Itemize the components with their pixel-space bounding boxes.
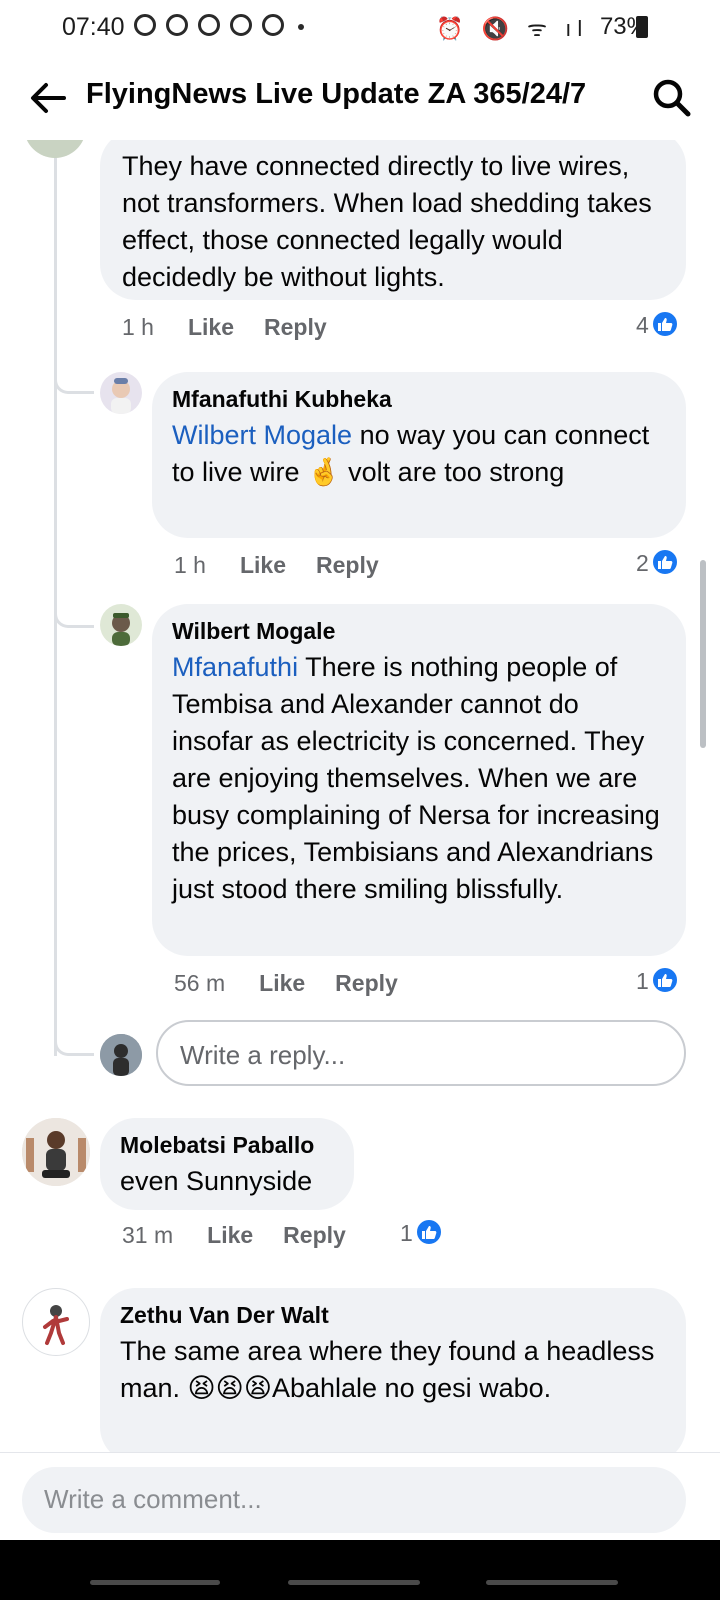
comment-bar: Write a comment... — [0, 1452, 720, 1540]
notification-icon — [262, 14, 284, 36]
comment-time: 56 m — [174, 970, 226, 996]
comment-text: even Sunnyside — [120, 1166, 313, 1196]
scrollbar[interactable] — [700, 560, 706, 748]
avatar[interactable] — [22, 1288, 90, 1356]
notification-icon — [230, 14, 252, 36]
comment-actions: 1 h Like Reply — [122, 314, 357, 341]
system-status-icons: ⏰ 🔇 ᯤ ıl — [436, 16, 589, 41]
comment-bubble: Molebatsi Paballo even Sunnyside — [100, 1118, 354, 1210]
comment-actions: 1 h Like Reply — [174, 552, 409, 579]
comment-bubble: Zethu Van Der Walt The same area where t… — [100, 1288, 686, 1452]
comment-time: 1 h — [174, 552, 206, 578]
like-thumb-icon — [650, 547, 679, 576]
reply-button[interactable]: Reply — [335, 970, 398, 996]
reply-button[interactable]: Reply — [264, 314, 327, 340]
commenter-name[interactable]: Wilbert Mogale — [172, 618, 666, 645]
avatar[interactable] — [24, 140, 86, 158]
mention-link[interactable]: Mfanafuthi — [172, 652, 298, 682]
thread-branch — [54, 602, 94, 628]
avatar[interactable] — [100, 372, 142, 414]
reaction-number: 2 — [636, 550, 649, 576]
reaction-count[interactable]: 2 — [636, 547, 679, 579]
comment-bubble: They have connected directly to live wir… — [100, 140, 686, 300]
reaction-number: 1 — [400, 1220, 413, 1246]
comment-text: They have connected directly to live wir… — [122, 151, 652, 292]
search-icon[interactable] — [652, 78, 692, 118]
reaction-number: 1 — [636, 968, 649, 994]
comment-bubble: Wilbert Mogale Mfanafuthi There is nothi… — [152, 604, 686, 956]
notification-icon — [198, 14, 220, 36]
page-title: FlyingNews Live Update ZA 365/24/7 — [86, 78, 587, 110]
comment-actions: 31 m Like Reply — [122, 1222, 376, 1249]
reaction-count[interactable]: 1 — [400, 1217, 443, 1249]
reply-input[interactable]: Write a reply... — [156, 1020, 686, 1086]
comments-list: They have connected directly to live wir… — [0, 140, 720, 1452]
avatar[interactable] — [100, 604, 142, 646]
like-button[interactable]: Like — [259, 970, 305, 996]
battery-icon — [636, 16, 648, 38]
notification-icon — [134, 14, 156, 36]
mention-link[interactable]: Wilbert Mogale — [172, 420, 352, 450]
status-bar: 07:40 ⏰ 🔇 ᯤ ıl 73% — [0, 0, 720, 56]
avatar[interactable] — [22, 1118, 90, 1186]
nav-home-handle[interactable] — [288, 1580, 420, 1585]
app-header: FlyingNews Live Update ZA 365/24/7 — [0, 56, 720, 140]
notification-icon — [166, 14, 188, 36]
thread-branch — [54, 368, 94, 394]
commenter-name[interactable]: Zethu Van Der Walt — [120, 1302, 666, 1329]
status-time: 07:40 — [62, 13, 125, 41]
like-thumb-icon — [650, 309, 679, 338]
system-nav-bar — [0, 1540, 720, 1600]
back-arrow-icon[interactable] — [28, 78, 68, 118]
comment-time: 1 h — [122, 314, 154, 340]
comment-text: Mfanafuthi There is nothing people of Te… — [172, 652, 660, 904]
thread-branch — [54, 1030, 94, 1056]
reply-button[interactable]: Reply — [316, 552, 379, 578]
comment-bubble: Mfanafuthi Kubheka Wilbert Mogale no way… — [152, 372, 686, 538]
comment-actions: 56 m Like Reply — [174, 970, 428, 997]
reply-button[interactable]: Reply — [283, 1222, 346, 1248]
like-button[interactable]: Like — [240, 552, 286, 578]
nav-recent-handle[interactable] — [90, 1580, 220, 1585]
like-button[interactable]: Like — [207, 1222, 253, 1248]
avatar — [100, 1034, 142, 1076]
more-notifications-dot — [298, 24, 304, 30]
reaction-number: 4 — [636, 312, 649, 338]
like-thumb-icon — [650, 965, 679, 994]
reaction-count[interactable]: 1 — [636, 965, 679, 997]
comment-input[interactable]: Write a comment... — [22, 1467, 686, 1533]
commenter-name[interactable]: Mfanafuthi Kubheka — [172, 386, 666, 413]
comment-text: Wilbert Mogale no way you can connect to… — [172, 420, 650, 487]
comment-time: 31 m — [122, 1222, 174, 1248]
nav-back-handle[interactable] — [486, 1580, 618, 1585]
like-button[interactable]: Like — [188, 314, 234, 340]
like-thumb-icon — [414, 1217, 443, 1246]
thread-line — [54, 140, 57, 1056]
comment-text: The same area where they found a headles… — [120, 1336, 655, 1403]
commenter-name[interactable]: Molebatsi Paballo — [120, 1132, 334, 1159]
reaction-count[interactable]: 4 — [636, 309, 679, 341]
